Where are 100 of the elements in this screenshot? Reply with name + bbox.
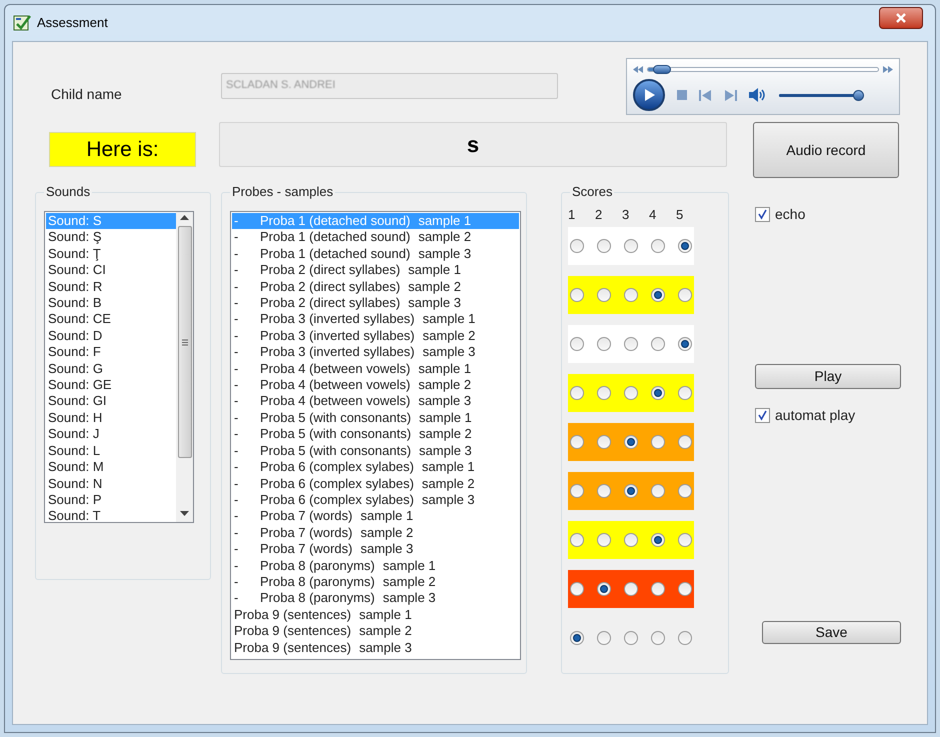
list-item[interactable]: Sound: Ţ: [46, 246, 176, 262]
list-item[interactable]: Sound: F: [46, 344, 176, 361]
checkbox[interactable]: [755, 408, 770, 423]
list-item[interactable]: Sound: D: [46, 328, 176, 344]
radio-button[interactable]: [678, 434, 692, 448]
radio-button[interactable]: [624, 238, 638, 252]
list-item[interactable]: Sound: T: [46, 508, 176, 525]
list-item[interactable]: - Proba 5 (with consonants) sample 3: [232, 442, 519, 460]
seek-slider-handle[interactable]: [652, 64, 671, 74]
list-item[interactable]: Sound: CI: [46, 262, 176, 279]
radio-button[interactable]: [651, 238, 665, 252]
close-button[interactable]: [879, 7, 923, 29]
radio-button[interactable]: [597, 582, 611, 596]
radio-button[interactable]: [624, 336, 638, 350]
radio-button[interactable]: [570, 582, 584, 596]
radio-button[interactable]: [651, 288, 665, 302]
radio-button[interactable]: [678, 630, 692, 644]
list-item[interactable]: - Proba 2 (direct syllabes) sample 3: [232, 295, 519, 312]
radio-button[interactable]: [624, 630, 638, 644]
radio-button[interactable]: [570, 386, 584, 400]
radio-button[interactable]: [570, 336, 584, 350]
list-item[interactable]: - Proba 7 (words) sample 3: [232, 541, 519, 558]
list-item[interactable]: - Proba 6 (complex sylabes) sample 2: [232, 476, 519, 492]
radio-button[interactable]: [651, 532, 665, 546]
list-item[interactable]: Sound: CE: [46, 311, 176, 328]
radio-button[interactable]: [651, 484, 665, 498]
list-item[interactable]: - Proba 4 (between vowels) sample 2: [232, 377, 519, 394]
list-item[interactable]: Sound: L: [46, 442, 176, 460]
list-item[interactable]: - Proba 8 (paronyms) sample 3: [232, 590, 519, 607]
radio-button[interactable]: [597, 386, 611, 400]
radio-button[interactable]: [570, 434, 584, 448]
list-item[interactable]: Proba 9 (sentences) sample 2: [232, 623, 519, 640]
radio-button[interactable]: [597, 238, 611, 252]
radio-button[interactable]: [678, 238, 692, 252]
list-item[interactable]: - Proba 1 (detached sound) sample 3: [232, 246, 519, 262]
list-item[interactable]: Sound: J: [46, 426, 176, 443]
radio-button[interactable]: [678, 484, 692, 498]
radio-button[interactable]: [651, 434, 665, 448]
list-item[interactable]: Sound: P: [46, 492, 176, 508]
next-icon[interactable]: [724, 90, 737, 100]
scroll-down-icon[interactable]: [180, 511, 189, 516]
radio-button[interactable]: [570, 630, 584, 644]
list-item[interactable]: Sound: Ş: [46, 229, 176, 246]
list-item[interactable]: - Proba 3 (inverted syllabes) sample 1: [232, 311, 519, 328]
radio-button[interactable]: [597, 434, 611, 448]
play-button[interactable]: [633, 79, 665, 111]
volume-icon[interactable]: [749, 88, 767, 102]
radio-button[interactable]: [624, 434, 638, 448]
list-item[interactable]: - Proba 3 (inverted syllabes) sample 2: [232, 328, 519, 344]
list-item[interactable]: - Proba 2 (direct syllabes) sample 1: [232, 262, 519, 279]
radio-button[interactable]: [678, 336, 692, 350]
radio-button[interactable]: [597, 532, 611, 546]
list-item[interactable]: Sound: N: [46, 476, 176, 492]
fast-forward-icon[interactable]: [883, 66, 893, 72]
radio-button[interactable]: [624, 386, 638, 400]
radio-button[interactable]: [570, 238, 584, 252]
list-item[interactable]: - Proba 4 (between vowels) sample 3: [232, 393, 519, 410]
list-item[interactable]: - Proba 5 (with consonants) sample 1: [232, 410, 519, 426]
rewind-icon[interactable]: [633, 66, 643, 72]
list-item[interactable]: Sound: M: [46, 459, 176, 476]
radio-button[interactable]: [597, 336, 611, 350]
radio-button[interactable]: [678, 582, 692, 596]
list-item[interactable]: Sound: GI: [46, 393, 176, 410]
radio-button[interactable]: [624, 288, 638, 302]
checkbox[interactable]: [755, 207, 770, 222]
radio-button[interactable]: [570, 484, 584, 498]
list-item[interactable]: Sound: GE: [46, 377, 176, 394]
scroll-up-icon[interactable]: [180, 215, 189, 220]
radio-button[interactable]: [678, 288, 692, 302]
list-item[interactable]: Sound: B: [46, 295, 176, 312]
list-item[interactable]: Sound: H: [46, 410, 176, 426]
radio-button[interactable]: [570, 288, 584, 302]
radio-button[interactable]: [651, 386, 665, 400]
list-item[interactable]: - Proba 6 (complex sylabes) sample 3: [232, 492, 519, 508]
radio-button[interactable]: [597, 630, 611, 644]
radio-button[interactable]: [624, 484, 638, 498]
list-item[interactable]: Sound: G: [46, 360, 176, 378]
list-item[interactable]: Proba 9 (sentences) sample 3: [232, 640, 519, 656]
radio-button[interactable]: [678, 532, 692, 546]
list-item[interactable]: - Proba 5 (with consonants) sample 2: [232, 426, 519, 443]
radio-button[interactable]: [651, 582, 665, 596]
previous-icon[interactable]: [699, 90, 712, 100]
list-item[interactable]: - Proba 3 (inverted syllabes) sample 3: [232, 344, 519, 361]
radio-button[interactable]: [597, 484, 611, 498]
list-item[interactable]: - Proba 8 (paronyms) sample 1: [232, 558, 519, 574]
button[interactable]: Save: [762, 621, 901, 644]
list-item[interactable]: - Proba 8 (paronyms) sample 2: [232, 574, 519, 590]
button[interactable]: Audio record: [753, 122, 899, 178]
list-item[interactable]: - Proba 7 (words) sample 1: [232, 508, 519, 525]
list-item[interactable]: - Proba 4 (between vowels) sample 1: [232, 360, 519, 378]
radio-button[interactable]: [678, 386, 692, 400]
scrollbar[interactable]: [176, 212, 193, 522]
list-item[interactable]: Proba 9 (sentences) sample 1: [232, 606, 519, 624]
list-item[interactable]: - Proba 6 (complex sylabes) sample 1: [232, 459, 519, 476]
list-item[interactable]: - Proba 1 (detached sound) sample 2: [232, 229, 519, 246]
radio-button[interactable]: [570, 532, 584, 546]
radio-button[interactable]: [624, 532, 638, 546]
radio-button[interactable]: [597, 288, 611, 302]
radio-button[interactable]: [651, 630, 665, 644]
list-item[interactable]: - Proba 2 (direct syllabes) sample 2: [232, 278, 519, 296]
